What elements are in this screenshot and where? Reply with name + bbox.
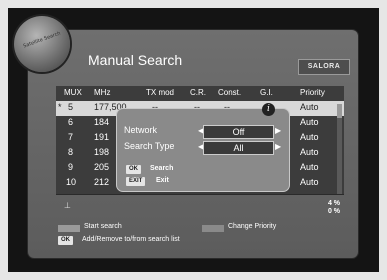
- change-priority-label: Change Priority: [228, 223, 277, 230]
- right-arrow-icon[interactable]: ▶: [275, 141, 281, 153]
- row-mux: 6: [68, 117, 74, 127]
- col-txmod: TX mod: [146, 88, 175, 97]
- exit-action-label: Exit: [156, 177, 169, 184]
- row-mux: 5: [68, 102, 74, 112]
- divider: [56, 194, 344, 195]
- ok-key[interactable]: OK: [126, 165, 141, 174]
- row-priority: Auto: [300, 147, 319, 157]
- row-priority: Auto: [300, 162, 319, 172]
- start-search-label: Start search: [84, 223, 122, 230]
- col-priority: Priority: [300, 88, 325, 97]
- row-mhz: 212: [94, 177, 110, 187]
- row-mhz: 184: [94, 117, 110, 127]
- orb-label: Satellite Search: [22, 30, 62, 50]
- right-arrow-icon[interactable]: ▶: [275, 125, 281, 137]
- row-mux: 9: [68, 162, 74, 172]
- table-header: MUX MHz TX mod C.R. Const. G.I. Priority: [56, 86, 344, 101]
- network-label: Network: [124, 125, 158, 135]
- row-mhz: 191: [94, 132, 110, 142]
- col-cr: C.R.: [190, 88, 206, 97]
- add-remove-label: Add/Remove to/from search list: [82, 236, 180, 243]
- page-title: Manual Search: [88, 52, 183, 68]
- row-mhz: 198: [94, 147, 110, 157]
- green-key-indicator: [202, 225, 224, 232]
- antenna-icon: ⊥: [64, 201, 71, 210]
- table-scrollbar[interactable]: [337, 104, 342, 194]
- red-key-indicator: [58, 225, 80, 232]
- col-gi: G.I.: [260, 88, 273, 97]
- search-type-select[interactable]: All: [203, 141, 274, 155]
- row-priority: Auto: [300, 132, 319, 142]
- row-priority: Auto: [300, 102, 319, 112]
- info-icon: i: [262, 103, 275, 116]
- row-marker: *: [58, 102, 62, 112]
- row-mux: 10: [66, 177, 77, 187]
- brand-logo: SALORA: [298, 59, 350, 75]
- search-type-label: Search Type: [124, 141, 175, 151]
- title-bar: Manual Search SALORA: [74, 46, 358, 76]
- exit-key[interactable]: EXIT: [126, 177, 146, 186]
- signal-quality: 0 %: [327, 208, 340, 215]
- row-mux: 8: [68, 147, 74, 157]
- satellite-orb-logo: Satellite Search: [14, 16, 70, 72]
- network-select[interactable]: Off: [203, 125, 274, 139]
- search-action-label: Search: [150, 165, 174, 172]
- signal-strength: 4 %: [327, 200, 340, 207]
- row-priority: Auto: [300, 117, 319, 127]
- col-mux: MUX: [64, 88, 82, 97]
- col-const: Const.: [218, 88, 242, 97]
- row-priority: Auto: [300, 177, 319, 187]
- row-mux: 7: [68, 132, 74, 142]
- col-mhz: MHz: [94, 88, 111, 97]
- row-mhz: 205: [94, 162, 110, 172]
- ok-key-legend: OK: [58, 236, 73, 245]
- scrollbar-thumb[interactable]: [337, 104, 342, 118]
